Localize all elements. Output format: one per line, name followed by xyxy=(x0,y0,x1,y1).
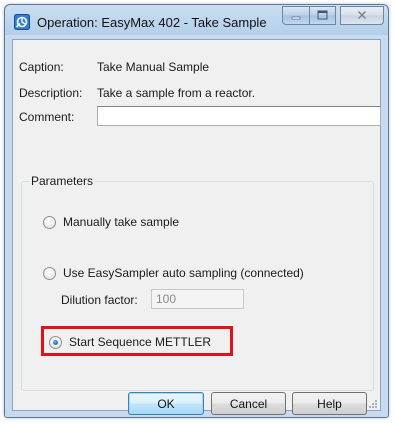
close-icon xyxy=(357,9,367,23)
minimize-button[interactable] xyxy=(282,6,310,25)
radio-label-easysampler: Use EasySampler auto sampling (connected… xyxy=(63,266,304,280)
radio-start-sequence[interactable]: Start Sequence METTLER xyxy=(49,335,211,349)
radio-button-easysampler[interactable] xyxy=(43,266,56,280)
help-button[interactable]: Help xyxy=(292,392,367,415)
radio-label-start-sequence: Start Sequence METTLER xyxy=(69,335,212,349)
dilution-factor-label: Dilution factor: xyxy=(61,293,138,307)
radio-button-start-sequence[interactable] xyxy=(49,335,62,349)
caption-value: Take Manual Sample xyxy=(97,60,210,74)
radio-button-manual[interactable] xyxy=(43,215,56,229)
maximize-button[interactable] xyxy=(309,6,336,25)
operation-dialog: Operation: EasyMax 402 - Take Sample Cap… xyxy=(4,4,389,418)
radio-label-manual: Manually take sample xyxy=(63,215,180,229)
dialog-body: Caption: Take Manual Sample Description:… xyxy=(12,39,381,415)
minimize-icon xyxy=(291,9,301,23)
caption-label: Caption: xyxy=(19,60,64,74)
radio-manual-sample[interactable]: Manually take sample xyxy=(43,215,179,229)
description-value: Take a sample from a reactor. xyxy=(97,86,256,100)
operation-app-icon[interactable] xyxy=(14,14,30,30)
maximize-icon xyxy=(317,9,328,23)
window-title: Operation: EasyMax 402 - Take Sample xyxy=(37,15,267,30)
ok-button[interactable]: OK xyxy=(128,392,204,415)
radio-easysampler[interactable]: Use EasySampler auto sampling (connected… xyxy=(43,266,304,280)
comment-input[interactable] xyxy=(97,106,381,126)
cancel-button[interactable]: Cancel xyxy=(211,392,286,415)
description-label: Description: xyxy=(19,86,83,100)
title-bar[interactable]: Operation: EasyMax 402 - Take Sample xyxy=(5,5,388,39)
close-button[interactable] xyxy=(340,6,384,25)
resize-grip-icon[interactable] xyxy=(368,398,378,408)
dilution-factor-input[interactable] xyxy=(151,289,244,309)
parameters-title: Parameters xyxy=(29,174,96,188)
comment-label: Comment: xyxy=(19,110,75,124)
parameters-groupbox xyxy=(21,181,374,391)
